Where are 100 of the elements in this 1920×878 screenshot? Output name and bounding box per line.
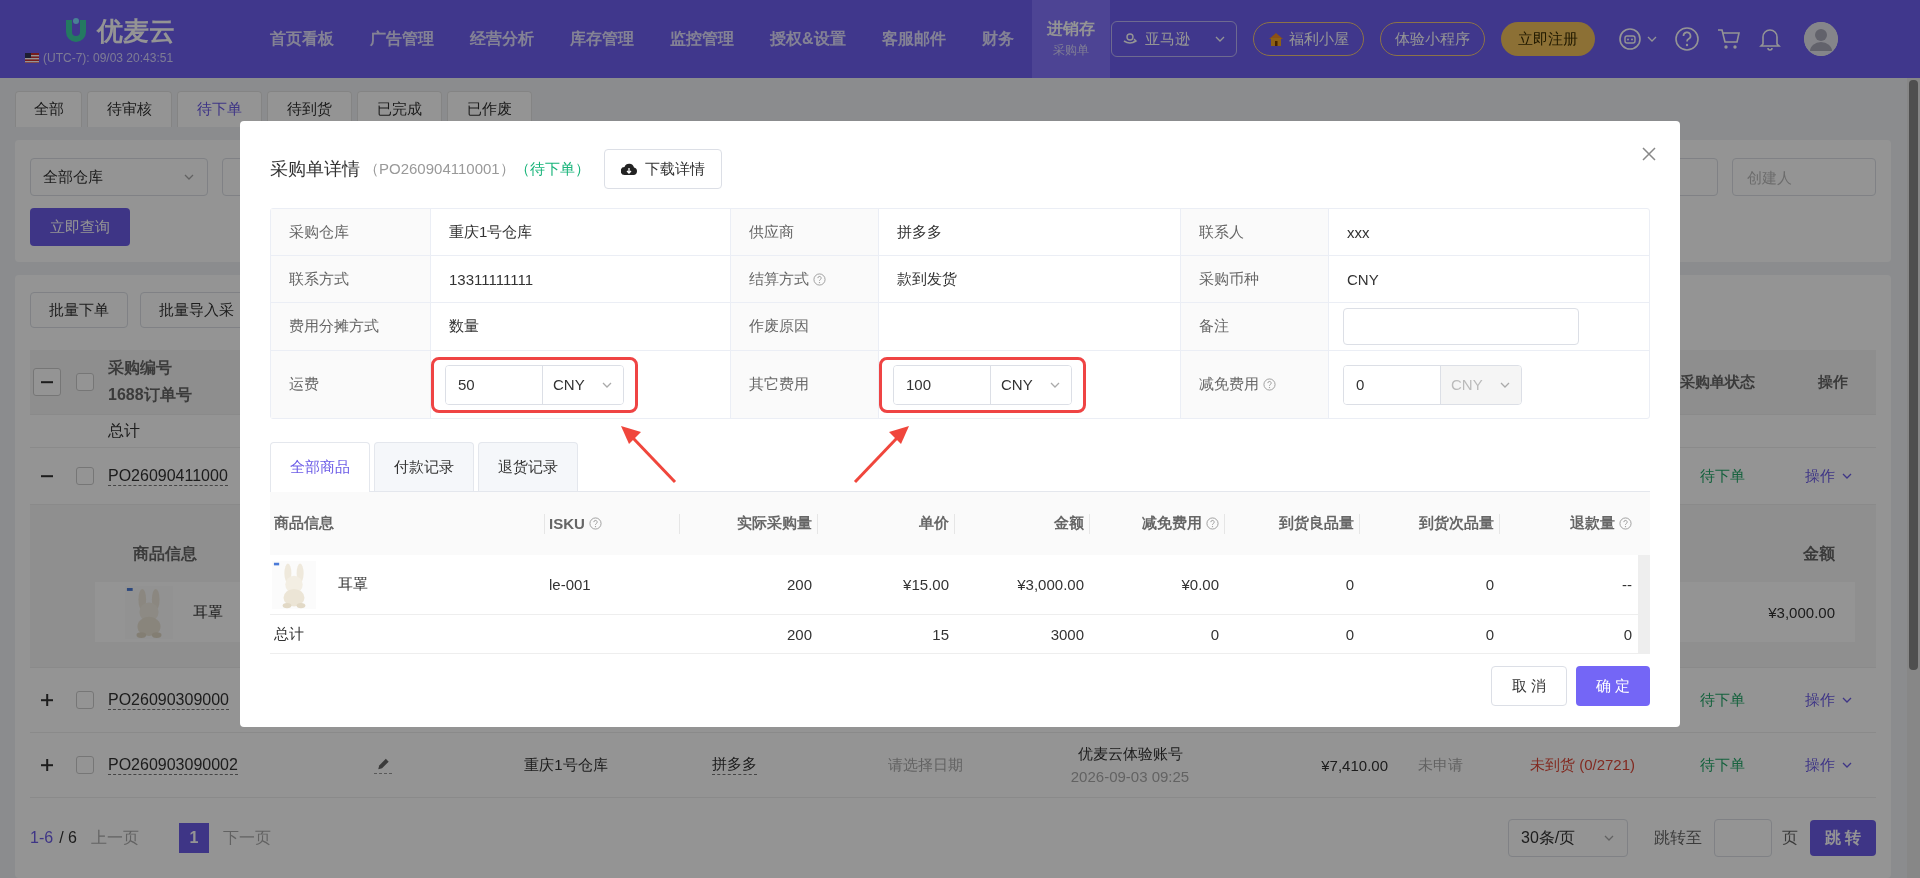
tab[interactable]: 全部商品 xyxy=(270,442,370,492)
help-icon[interactable] xyxy=(588,517,602,530)
field-value: 13311111111 xyxy=(449,270,533,288)
field-label: 采购仓库 xyxy=(289,222,349,242)
order-number: （PO260904110001） xyxy=(364,159,515,179)
help-icon[interactable] xyxy=(813,272,826,286)
column-header: 商品信息 xyxy=(274,514,334,533)
nav-menu-item[interactable]: 首页看板 xyxy=(252,0,352,78)
field-label: 作废原因 xyxy=(749,317,809,336)
page-range: 1-6 xyxy=(30,829,54,847)
column-header: ISKU xyxy=(549,515,585,532)
checkbox[interactable] xyxy=(76,467,94,485)
cancel-button[interactable]: 取 消 xyxy=(1491,666,1567,706)
field-label: 结算方式 xyxy=(749,269,809,289)
order-number-link[interactable]: PO260903090002 xyxy=(108,755,238,775)
warehouse-select[interactable]: 全部仓库 xyxy=(30,158,208,196)
column-header: 采购编号 xyxy=(108,358,173,378)
nav-menu-item[interactable]: 监控管理 xyxy=(652,0,752,78)
action-button[interactable]: 批量下单 xyxy=(30,292,128,328)
page-number[interactable]: 1 xyxy=(178,823,209,853)
logo-text: 优麦云 xyxy=(97,14,175,48)
table-cell-text: 0 xyxy=(1484,576,1495,593)
tab[interactable]: 退货记录 xyxy=(478,442,578,491)
field-label: 运费 xyxy=(289,375,319,394)
nav-menu-item[interactable]: 财务 xyxy=(963,0,1032,78)
amount-currency-field[interactable]: 100 CNY xyxy=(893,364,1072,405)
query-button[interactable]: 立即查询 xyxy=(30,208,130,246)
status-text: 待下单 xyxy=(1699,466,1746,486)
column-header: 到货次品量 xyxy=(1419,514,1494,533)
checkbox[interactable] xyxy=(76,756,94,774)
table-cell-text: 重庆1号仓库 xyxy=(523,755,609,775)
table-cell-text: 15 xyxy=(931,625,950,643)
product-name: 耳罩 xyxy=(338,575,368,594)
jump-label: 跳转至 xyxy=(1654,827,1702,848)
bell-icon[interactable] xyxy=(1757,26,1782,52)
table-cell-text: ¥7,410.00 xyxy=(1320,756,1389,774)
nav-pill-button[interactable]: 立即注册 xyxy=(1500,22,1595,56)
supplier-link[interactable]: 拼多多 xyxy=(712,755,757,775)
column-header: 到货良品量 xyxy=(1279,514,1354,533)
field-label: 备注 xyxy=(1199,317,1229,336)
table-cell-text: ¥3,000.00 xyxy=(1016,576,1085,593)
field-label: 费用分摊方式 xyxy=(289,317,379,336)
jump-button[interactable]: 跳 转 xyxy=(1810,820,1876,856)
remark-field[interactable] xyxy=(1343,308,1579,345)
dialog-title: 采购单详情 xyxy=(270,158,360,181)
cart-icon[interactable] xyxy=(1715,26,1742,52)
download-button[interactable]: 下载详情 xyxy=(603,149,722,189)
table-cell-text: ¥0.00 xyxy=(1180,576,1220,593)
avatar-icon[interactable] xyxy=(1803,22,1838,56)
field-value: 重庆1号仓库 xyxy=(449,222,533,242)
help-icon[interactable] xyxy=(1206,517,1219,530)
collapse-toggle[interactable] xyxy=(33,368,61,396)
edit-icon[interactable] xyxy=(373,756,392,774)
column-header: 操作 xyxy=(1817,372,1849,392)
checkbox[interactable] xyxy=(76,373,94,391)
scrollbar[interactable] xyxy=(1907,78,1920,878)
nav-menu-item[interactable]: 经营分析 xyxy=(452,0,552,78)
table-cell-text: 200 xyxy=(785,625,813,643)
operations-link[interactable]: 操作 xyxy=(1790,466,1876,486)
help-icon[interactable] xyxy=(1619,517,1632,530)
order-number-link[interactable]: PO26090309000 xyxy=(108,690,229,710)
table-cell-text: 0 xyxy=(1344,576,1355,593)
store-icon xyxy=(1121,32,1138,46)
status-text: 待下单 xyxy=(1699,755,1746,775)
cloud-download-icon xyxy=(620,162,637,176)
confirm-button[interactable]: 确 定 xyxy=(1576,666,1650,706)
field-value: 拼多多 xyxy=(897,222,942,242)
field-value: xxx xyxy=(1347,223,1370,241)
table-cell-text: -- xyxy=(1621,576,1633,593)
amount-currency-field[interactable]: 50 CNY xyxy=(445,364,624,405)
order-number-link[interactable]: PO26090411000 xyxy=(108,466,228,486)
status-text: 待下单 xyxy=(1699,690,1746,710)
status-tab[interactable]: 待下单 xyxy=(177,91,262,127)
table-cell-text: ¥15.00 xyxy=(902,576,950,593)
nav-menu-item[interactable]: 库存管理 xyxy=(552,0,652,78)
column-header: 退款量 xyxy=(1570,514,1615,533)
marketplace-select[interactable]: 亚马逊 xyxy=(1110,21,1237,57)
assistant-icon[interactable] xyxy=(1616,26,1643,52)
nav-menu-item[interactable]: 客服邮件 xyxy=(863,0,964,78)
nav-menu-item[interactable]: 授权&设置 xyxy=(752,0,864,78)
checkbox[interactable] xyxy=(76,691,94,709)
operations-link[interactable]: 操作 xyxy=(1790,755,1876,775)
column-header: 金额 xyxy=(1054,514,1084,533)
nav-menu-item[interactable]: 广告管理 xyxy=(352,0,452,78)
tab[interactable]: 付款记录 xyxy=(374,442,474,491)
operations-link[interactable]: 操作 xyxy=(1790,690,1876,710)
field-value: CNY xyxy=(1347,270,1379,288)
field-label: 联系人 xyxy=(1199,222,1244,242)
field-label: 联系方式 xyxy=(289,269,349,289)
status-tab[interactable]: 全部 xyxy=(15,91,82,127)
page-size-select[interactable]: 30条/页 xyxy=(1508,819,1628,857)
table-cell-text: 0 xyxy=(1484,625,1495,643)
column-header: 实际采购量 xyxy=(737,514,812,533)
status-tab[interactable]: 待审核 xyxy=(87,91,172,127)
total-label: 总计 xyxy=(108,420,141,441)
total-label: 总计 xyxy=(273,624,305,644)
table-cell-text: le-001 xyxy=(548,576,592,593)
field-label: 减免费用 xyxy=(1199,375,1259,394)
field-label: 采购币种 xyxy=(1199,269,1259,289)
close-icon[interactable] xyxy=(1640,145,1658,163)
